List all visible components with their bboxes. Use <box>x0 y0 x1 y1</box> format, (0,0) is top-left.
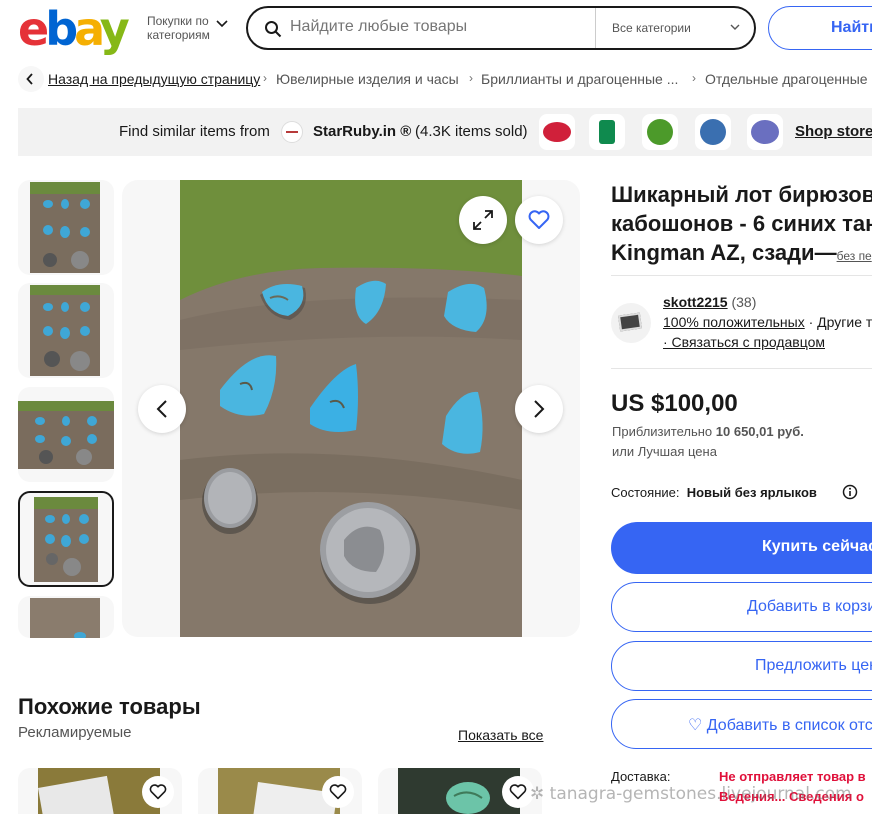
similar-item-card[interactable] <box>378 768 542 814</box>
previous-image-button[interactable] <box>138 385 186 433</box>
back-link[interactable]: Назад на предыдущую страницу <box>48 71 260 87</box>
store-banner[interactable]: Find similar items from StarRuby.in ® (4… <box>18 108 872 156</box>
breadcrumb-item[interactable]: Ювелирные изделия и часы <box>276 71 459 87</box>
watchlist-label: ♡ Добавить в список отсл <box>688 717 872 734</box>
chevron-down-icon <box>216 20 228 28</box>
other-items-link[interactable]: · Другие то <box>809 314 872 330</box>
similar-items-title: Похожие товары <box>18 694 201 719</box>
seller-name[interactable]: skott2215 <box>663 294 728 310</box>
gem-thumbnail[interactable] <box>747 114 783 150</box>
approx-price: Приблизительно 10 650,01 руб. <box>612 424 804 439</box>
buy-now-label: Купить сейчас <box>762 538 872 555</box>
positive-feedback-link[interactable]: 100% положительных <box>663 314 805 330</box>
heart-icon <box>329 784 347 800</box>
seller-info: skott2215 (38) <box>663 294 756 310</box>
item-title: Шикарный лот бирюзов кабошонов - 6 синих… <box>611 182 872 265</box>
watch-button[interactable] <box>515 196 563 244</box>
fullscreen-button[interactable] <box>459 196 507 244</box>
main-product-image <box>180 180 522 637</box>
gallery-thumbnail[interactable] <box>18 596 114 638</box>
product-photo <box>180 180 522 637</box>
delivery-warning: Не отправляет товар в <box>719 769 866 784</box>
contact-seller: · Связаться с продавцом <box>663 334 825 350</box>
make-offer-label: Предложить цен <box>755 657 872 674</box>
seller-feedback: 100% положительных · Другие то <box>663 314 872 330</box>
heart-icon <box>528 210 550 229</box>
next-image-button[interactable] <box>515 385 563 433</box>
chevron-left-icon <box>156 400 167 418</box>
breadcrumb-item[interactable]: Бриллианты и драгоценные ... <box>481 71 678 87</box>
gem-thumbnail[interactable] <box>642 114 678 150</box>
search-input[interactable] <box>290 18 580 36</box>
add-to-cart-button[interactable]: Добавить в корзи <box>611 582 872 632</box>
add-to-cart-label: Добавить в корзи <box>747 598 872 615</box>
thumbnail-image <box>18 401 114 469</box>
gallery-thumbnail-selected[interactable] <box>18 491 114 587</box>
card-watch-button[interactable] <box>142 776 174 808</box>
shop-store-link[interactable]: Shop store <box>795 123 872 140</box>
best-offer-text: или Лучшая цена <box>612 444 717 459</box>
expand-icon <box>473 210 493 230</box>
show-all-link[interactable]: Показать все <box>458 727 543 743</box>
breadcrumb-separator: › <box>469 71 473 85</box>
chevron-right-icon <box>534 400 545 418</box>
contact-seller-link[interactable]: · Связаться с продавцом <box>663 334 825 350</box>
gallery-thumbnail[interactable] <box>18 387 114 482</box>
heart-icon <box>149 784 167 800</box>
search-icon <box>265 21 282 38</box>
gallery-thumbnail[interactable] <box>18 283 114 378</box>
similar-item-card[interactable] <box>198 768 362 814</box>
chevron-left-icon <box>26 73 33 85</box>
card-watch-button[interactable] <box>322 776 354 808</box>
ebay-logo[interactable]: ebay <box>18 4 130 54</box>
search-button[interactable]: Найти <box>768 6 872 50</box>
breadcrumb: Назад на предыдущую страницу › Ювелирные… <box>18 66 872 92</box>
breadcrumb-item[interactable]: Отдельные драгоценные к <box>705 71 872 87</box>
search-bar: Все категории <box>246 6 756 50</box>
watermark: ✲ tanagra-gemstones.livejournal.com <box>530 784 852 804</box>
category-select[interactable]: Все категории <box>595 8 755 48</box>
gallery-thumbnail[interactable] <box>18 180 114 275</box>
thumbnail-image <box>30 182 100 273</box>
site-header: ebay Покупки по категориям Все категории… <box>0 0 872 62</box>
make-offer-button[interactable]: Предложить цен <box>611 641 872 691</box>
breadcrumb-separator: › <box>263 71 267 85</box>
thumbnail-image <box>30 285 100 376</box>
item-price: US $100,00 <box>611 390 738 417</box>
breadcrumb-separator: › <box>692 71 696 85</box>
category-select-label: Все категории <box>612 21 691 35</box>
store-logo <box>281 121 303 143</box>
gem-thumbnail[interactable] <box>695 114 731 150</box>
item-condition: Состояние: Новый без ярлыков <box>611 485 817 500</box>
divider <box>611 368 872 369</box>
buy-now-button[interactable]: Купить сейчас <box>611 522 872 574</box>
thumbnail-image <box>34 497 98 582</box>
chevron-down-icon <box>730 24 740 30</box>
divider <box>611 275 872 276</box>
seller-feedback-count: (38) <box>731 294 757 310</box>
shop-by-category-button[interactable]: Покупки по категориям <box>147 14 217 42</box>
heart-icon <box>509 784 527 800</box>
seller-avatar[interactable] <box>611 303 651 343</box>
store-items-sold: (4.3K items sold) <box>415 123 528 140</box>
store-name[interactable]: StarRuby.in ® <box>313 123 411 140</box>
add-to-watchlist-button[interactable]: ♡ Добавить в список отсл <box>611 699 872 749</box>
gem-thumbnail[interactable] <box>539 114 575 150</box>
gem-thumbnail[interactable] <box>589 114 625 150</box>
search-button-label: Найти <box>831 19 872 36</box>
thumbnail-image <box>30 598 100 638</box>
info-icon[interactable] <box>842 484 858 500</box>
main-image-viewer[interactable] <box>122 180 580 637</box>
delivery-label: Доставка: <box>611 769 671 784</box>
similar-item-card[interactable] <box>18 768 182 814</box>
title-tail-link[interactable]: без пе <box>837 249 872 263</box>
store-banner-prefix: Find similar items from <box>119 123 270 140</box>
back-button[interactable] <box>18 66 44 92</box>
similar-items-subtitle: Рекламируемые <box>18 724 132 741</box>
